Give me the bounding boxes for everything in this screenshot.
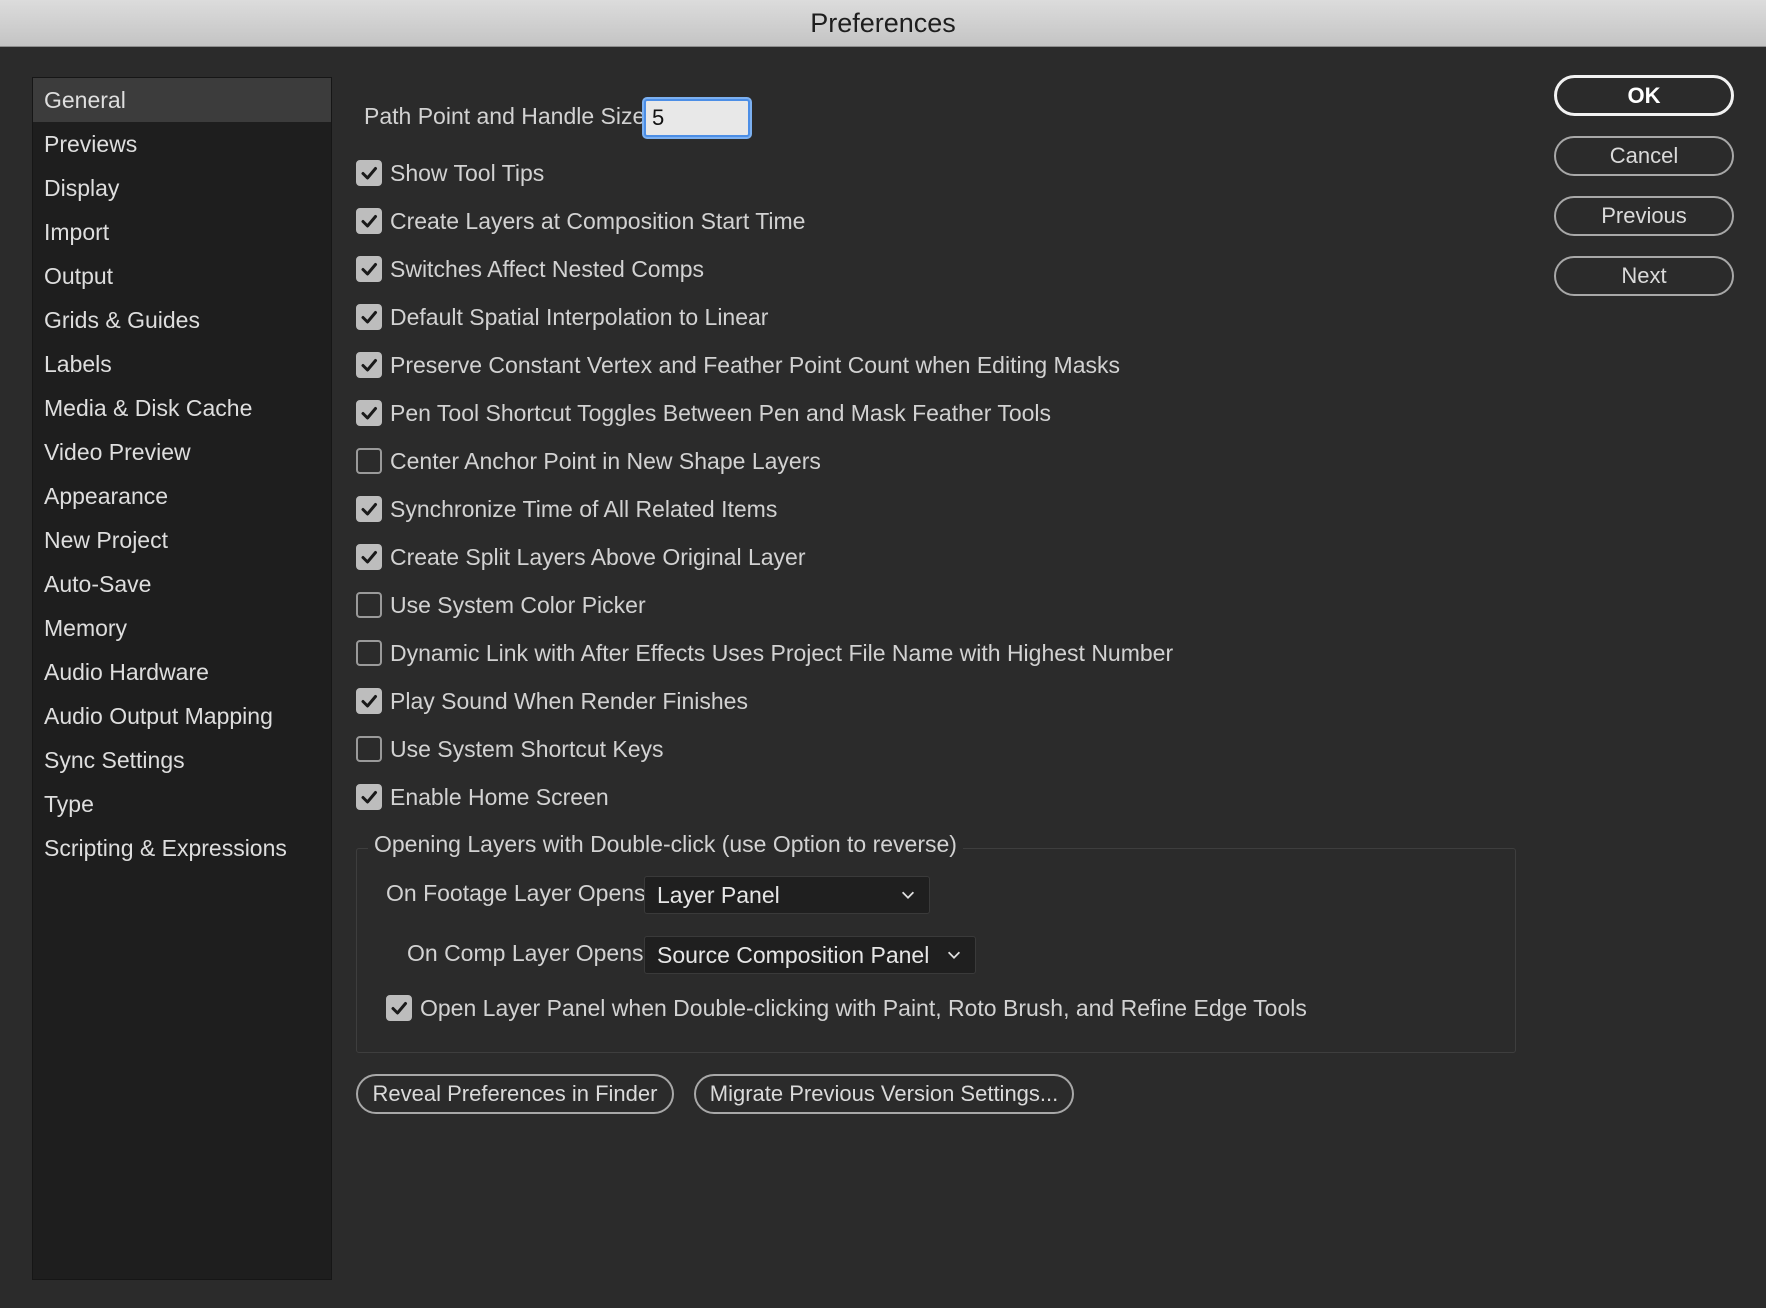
checkmark-icon [361,215,377,228]
open-layer-panel-checkbox[interactable] [386,995,412,1021]
category-sidebar: General Previews Display Import Output Grids … [32,77,332,1280]
option-checkbox[interactable] [356,640,382,666]
option-checkbox[interactable] [356,304,382,330]
open-layer-panel-option[interactable]: Open Layer Panel when Double-clicking wi… [386,992,1307,1024]
option-row[interactable]: Create Layers at Composition Start Time [356,205,805,237]
next-button[interactable]: Next [1554,256,1734,296]
sidebar-item-appearance[interactable]: Appearance [33,474,331,518]
option-checkbox[interactable] [356,736,382,762]
migrate-settings-button[interactable]: Migrate Previous Version Settings... [694,1074,1074,1114]
sidebar-item-grids-guides[interactable]: Grids & Guides [33,298,331,342]
option-checkbox[interactable] [356,160,382,186]
option-row[interactable]: Preserve Constant Vertex and Feather Poi… [356,349,1120,381]
option-label: Create Split Layers Above Original Layer [390,543,806,570]
option-label: Use System Shortcut Keys [390,735,664,762]
comp-layer-opens-value: Source Composition Panel [657,941,930,968]
ok-button[interactable]: OK [1554,75,1734,116]
chevron-down-icon [947,951,961,959]
path-point-size-input[interactable] [644,99,750,137]
cancel-button[interactable]: Cancel [1554,136,1734,176]
sidebar-item-output[interactable]: Output [33,254,331,298]
option-label: Show Tool Tips [390,159,545,186]
option-checkbox[interactable] [356,544,382,570]
option-row[interactable]: Use System Shortcut Keys [356,733,664,765]
sidebar-item-audio-output-mapping[interactable]: Audio Output Mapping [33,694,331,738]
checkmark-icon [361,791,377,804]
footage-layer-opens-dropdown[interactable]: Layer Panel [644,876,930,914]
sidebar-item-display[interactable]: Display [33,166,331,210]
sidebar-item-sync-settings[interactable]: Sync Settings [33,738,331,782]
option-row[interactable]: Use System Color Picker [356,589,646,621]
sidebar-item-scripting-expressions[interactable]: Scripting & Expressions [33,826,331,870]
option-row[interactable]: Enable Home Screen [356,781,609,813]
sidebar-item-labels[interactable]: Labels [33,342,331,386]
sidebar-item-video-preview[interactable]: Video Preview [33,430,331,474]
open-layer-panel-label: Open Layer Panel when Double-clicking wi… [420,994,1307,1021]
preferences-body: General Previews Display Import Output Grids … [0,47,1766,1308]
sidebar-item-type[interactable]: Type [33,782,331,826]
double-click-group-legend: Opening Layers with Double-click (use Op… [368,831,963,858]
checkmark-icon [361,551,377,564]
option-checkbox[interactable] [356,208,382,234]
reveal-preferences-button[interactable]: Reveal Preferences in Finder [356,1074,674,1114]
sidebar-item-new-project[interactable]: New Project [33,518,331,562]
option-checkbox[interactable] [356,448,382,474]
previous-button[interactable]: Previous [1554,196,1734,236]
option-checkbox[interactable] [356,688,382,714]
option-row[interactable]: Create Split Layers Above Original Layer [356,541,806,573]
footage-layer-opens-label: On Footage Layer Opens: [386,880,652,906]
comp-layer-opens-dropdown[interactable]: Source Composition Panel [644,936,976,974]
title-bar: Preferences [0,0,1766,47]
sidebar-item-audio-hardware[interactable]: Audio Hardware [33,650,331,694]
option-checkbox[interactable] [356,400,382,426]
checkmark-icon [361,503,377,516]
comp-layer-opens-label: On Comp Layer Opens: [407,940,650,966]
option-checkbox[interactable] [356,592,382,618]
option-label: Switches Affect Nested Comps [390,255,705,282]
sidebar-item-media-disk-cache[interactable]: Media & Disk Cache [33,386,331,430]
option-row[interactable]: Dynamic Link with After Effects Uses Pro… [356,637,1173,669]
option-checkbox[interactable] [356,496,382,522]
option-row[interactable]: Pen Tool Shortcut Toggles Between Pen an… [356,397,1051,429]
option-label: Play Sound When Render Finishes [390,687,748,714]
option-row[interactable]: Center Anchor Point in New Shape Layers [356,445,821,477]
option-label: Enable Home Screen [390,783,609,810]
option-row[interactable]: Synchronize Time of All Related Items [356,493,777,525]
option-label: Dynamic Link with After Effects Uses Pro… [390,639,1174,666]
option-checkbox[interactable] [356,352,382,378]
option-label: Use System Color Picker [390,591,646,618]
option-label: Preserve Constant Vertex and Feather Poi… [390,351,1121,378]
option-row[interactable]: Play Sound When Render Finishes [356,685,748,717]
option-label: Center Anchor Point in New Shape Layers [390,447,821,474]
checkmark-icon [361,407,377,420]
option-label: Create Layers at Composition Start Time [390,207,806,234]
option-label: Synchronize Time of All Related Items [390,495,778,522]
checkmark-icon [361,311,377,324]
chevron-down-icon [901,891,915,899]
path-point-size-label: Path Point and Handle Size: [364,103,652,129]
sidebar-item-auto-save[interactable]: Auto-Save [33,562,331,606]
window-title: Preferences [810,7,956,38]
checkmark-icon [361,167,377,180]
option-label: Default Spatial Interpolation to Linear [390,303,769,330]
checkmark-icon [361,359,377,372]
checkmark-icon [361,695,377,708]
sidebar-item-import[interactable]: Import [33,210,331,254]
footage-layer-opens-value: Layer Panel [657,881,780,908]
option-label: Pen Tool Shortcut Toggles Between Pen an… [390,399,1052,426]
option-row[interactable]: Show Tool Tips [356,157,544,189]
checkmark-icon [361,263,377,276]
option-row[interactable]: Default Spatial Interpolation to Linear [356,301,768,333]
sidebar-item-general[interactable]: General [33,78,331,122]
option-checkbox[interactable] [356,256,382,282]
option-checkbox[interactable] [356,784,382,810]
sidebar-item-memory[interactable]: Memory [33,606,331,650]
sidebar-item-previews[interactable]: Previews [33,122,331,166]
option-row[interactable]: Switches Affect Nested Comps [356,253,704,285]
checkmark-icon [391,1002,407,1015]
